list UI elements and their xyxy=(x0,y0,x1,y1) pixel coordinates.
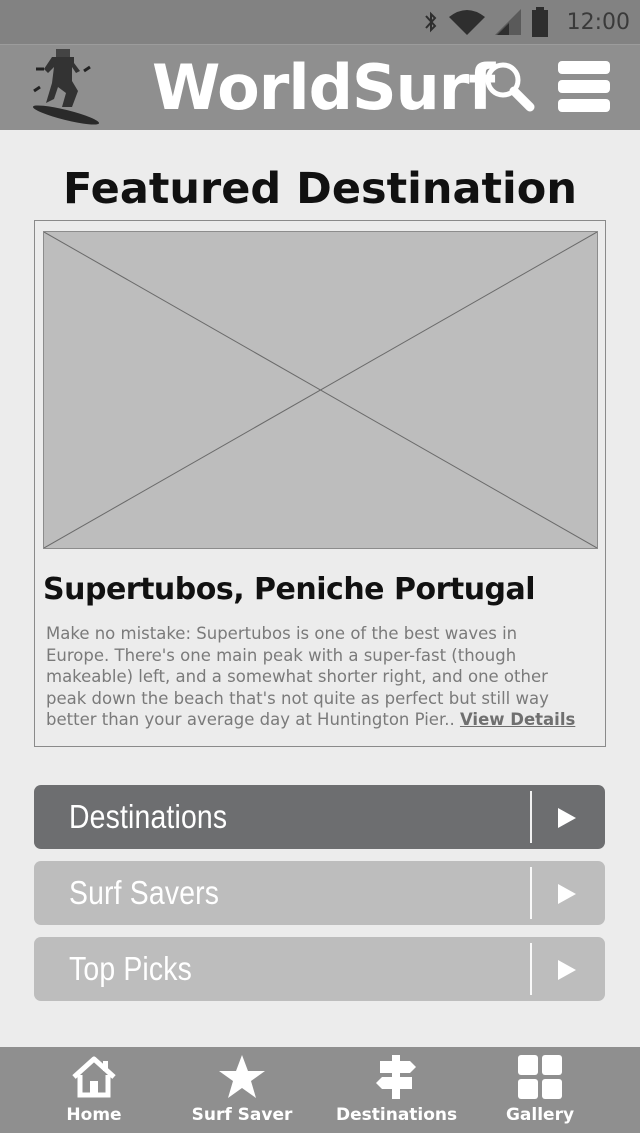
tab-surf-saver[interactable]: Surf Saver xyxy=(182,1047,302,1133)
tab-surf-saver-label: Surf Saver xyxy=(191,1105,293,1125)
view-details-link[interactable]: View Details xyxy=(460,710,575,729)
button-divider xyxy=(530,867,532,919)
status-time: 12:00 xyxy=(566,9,630,35)
featured-image[interactable] xyxy=(43,231,598,549)
home-icon xyxy=(72,1056,116,1098)
destinations-label: Destinations xyxy=(69,798,228,835)
description-line: better than your average day at Huntingt… xyxy=(46,710,455,730)
description-line: makeable) left, and a somewhat shorter r… xyxy=(46,667,548,687)
play-arrow-icon xyxy=(558,884,576,904)
description-line: peak down the beach that's not quite as … xyxy=(46,688,549,708)
status-bar: 12:00 xyxy=(0,0,640,44)
tab-home-label: Home xyxy=(66,1105,122,1125)
grid-icon xyxy=(518,1055,562,1099)
surf-savers-button[interactable]: Surf Savers xyxy=(34,861,605,925)
top-picks-label: Top Picks xyxy=(69,950,193,987)
tab-destinations[interactable]: Destinations xyxy=(336,1047,458,1133)
tab-gallery-label: Gallery xyxy=(505,1105,575,1125)
top-picks-button[interactable]: Top Picks xyxy=(34,937,605,1001)
tab-destinations-label: Destinations xyxy=(336,1105,458,1125)
signal-icon xyxy=(494,9,521,35)
tab-home[interactable]: Home xyxy=(34,1047,154,1133)
tab-gallery[interactable]: Gallery xyxy=(480,1047,600,1133)
tab-bar: Home Surf Saver Destinations Gallery xyxy=(0,1047,640,1133)
battery-icon xyxy=(531,7,548,37)
button-divider xyxy=(530,791,532,843)
search-icon[interactable] xyxy=(482,59,536,113)
description-line: Europe. There's one main peak with a sup… xyxy=(46,645,517,665)
bluetooth-icon xyxy=(424,11,436,33)
play-arrow-icon xyxy=(558,808,576,828)
menu-icon[interactable] xyxy=(556,59,612,115)
surf-savers-label: Surf Savers xyxy=(69,874,220,911)
description-line: Make no mistake: Supertubos is one of th… xyxy=(46,624,518,643)
signpost-icon xyxy=(376,1055,416,1099)
status-icons: 12:00 xyxy=(423,6,630,38)
featured-card: Supertubos, Peniche Portugal Make no mis… xyxy=(34,220,606,747)
destinations-button[interactable]: Destinations xyxy=(34,785,605,849)
app-title: WorldSurf xyxy=(152,51,495,124)
featured-title: Supertubos, Peniche Portugal xyxy=(43,572,536,607)
app-bar: WorldSurf xyxy=(0,44,640,130)
play-arrow-icon xyxy=(558,960,576,980)
surfer-logo[interactable] xyxy=(28,47,104,127)
featured-heading: Featured Destination xyxy=(63,164,577,214)
featured-description: Make no mistake: Supertubos is one of th… xyxy=(46,623,598,731)
star-icon xyxy=(219,1055,265,1098)
button-divider xyxy=(530,943,532,995)
wifi-icon xyxy=(448,10,485,35)
